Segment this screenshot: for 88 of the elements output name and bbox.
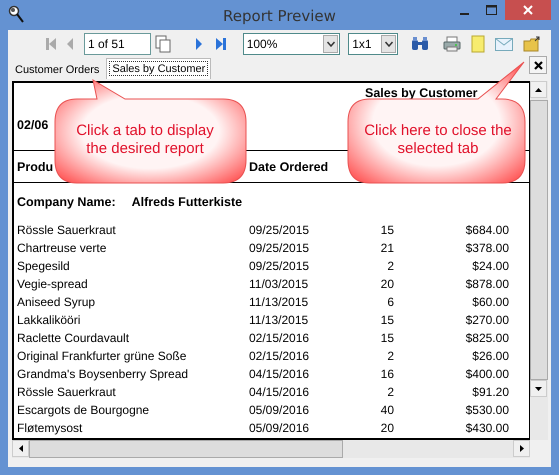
amount-cell-text: $530.00 xyxy=(464,403,509,417)
quantity-cell-text: 2 xyxy=(386,385,394,399)
date-cell-text: 04/15/2016 xyxy=(249,367,310,381)
amount-cell-text: $430.00 xyxy=(464,421,509,435)
last-page-icon[interactable] xyxy=(214,37,227,51)
report-date: 02/06 xyxy=(17,118,48,132)
quantity-cell-text: 2 xyxy=(386,349,394,363)
callout-text: Click a tab to display the desired report xyxy=(75,122,215,158)
product-cell-text: Chartreuse verte xyxy=(16,241,108,255)
amount-cell-text: $378.00 xyxy=(464,241,509,255)
magnifier-icon xyxy=(8,5,24,23)
report-tab[interactable]: Sales by Customer xyxy=(106,58,212,79)
date-cell-text: 04/15/2016 xyxy=(249,385,310,399)
scroll-left-button[interactable] xyxy=(12,440,29,457)
quantity-cell-text: 40 xyxy=(380,403,394,417)
printer-icon[interactable] xyxy=(443,36,461,52)
close-icon xyxy=(534,60,542,70)
amount-cell-text: $26.00 xyxy=(471,349,509,363)
folder-icon[interactable] xyxy=(523,36,541,52)
arrow-up-icon xyxy=(535,88,542,92)
amount-cell-text: $878.00 xyxy=(464,277,509,291)
company-label: Company Name: xyxy=(17,195,116,209)
amount-cell-text: $24.00 xyxy=(471,259,509,273)
amount-cell-text: $91.20 xyxy=(471,385,509,399)
company-name: Alfreds Futterkiste xyxy=(132,195,242,209)
amount-cell-text: $400.00 xyxy=(464,367,509,381)
product-cell-text: Rössle Sauerkraut xyxy=(16,223,117,237)
scroll-thumb[interactable] xyxy=(29,440,343,458)
quantity-cell-text: 15 xyxy=(380,223,394,237)
date-cell-text: 05/09/2016 xyxy=(249,421,310,435)
date-cell-text: 11/13/2015 xyxy=(249,313,310,327)
date-cell-text: 11/13/2015 xyxy=(249,295,310,309)
product-cell-text: Grandma's Boysenberry Spread xyxy=(16,367,190,381)
close-icon xyxy=(523,5,533,15)
scroll-thumb[interactable] xyxy=(530,100,548,380)
report-title: Sales by Customer xyxy=(365,86,478,100)
product-cell-text: Aniseed Syrup xyxy=(16,295,96,309)
amount-cell-text: $60.00 xyxy=(471,295,509,309)
minimize-icon xyxy=(460,12,469,14)
quantity-cell-text: 6 xyxy=(386,295,394,309)
window-title: Report Preview xyxy=(222,6,337,25)
amount-cell-text: $825.00 xyxy=(464,331,509,345)
date-cell-text: 02/15/2016 xyxy=(249,331,310,345)
close-tab-button[interactable] xyxy=(529,56,547,74)
product-cell-text: Spegesild xyxy=(16,259,71,273)
amount-cell-text: $684.00 xyxy=(464,223,509,237)
arrow-left-icon xyxy=(18,445,22,452)
product-cell-text: Fløtemysost xyxy=(16,421,84,435)
product-cell-text: Vegie-spread xyxy=(16,277,89,291)
copy-icon[interactable] xyxy=(154,35,171,53)
scroll-up-button[interactable] xyxy=(530,81,547,98)
date-cell-text: 09/25/2015 xyxy=(249,241,310,255)
chevron-down-icon xyxy=(326,41,335,47)
next-page-icon[interactable] xyxy=(194,37,203,51)
date-cell-text: 05/09/2016 xyxy=(249,403,310,417)
amount-cell-text: $270.00 xyxy=(464,313,509,327)
binoculars-icon[interactable] xyxy=(411,37,429,51)
quantity-cell-text: 16 xyxy=(380,367,394,381)
date-cell-text: 09/25/2015 xyxy=(249,259,310,273)
callout-text: Click here to close the selected tab xyxy=(363,122,513,158)
quantity-cell-text: 15 xyxy=(380,331,394,345)
quantity-cell-text: 21 xyxy=(380,241,394,255)
product-cell-text: Original Frankfurter grüne Soße xyxy=(16,349,188,363)
quantity-cell-text: 20 xyxy=(380,277,394,291)
quantity-cell-text: 15 xyxy=(380,313,394,327)
arrow-down-icon xyxy=(535,386,542,390)
maximize-icon xyxy=(486,5,497,15)
column-header: Produ xyxy=(16,160,54,174)
date-cell-text: 02/15/2016 xyxy=(249,349,310,363)
date-cell-text: 11/03/2015 xyxy=(249,277,310,291)
close-button[interactable] xyxy=(505,0,551,20)
layout-dropdown[interactable]: 1x1 xyxy=(348,33,398,55)
arrow-right-icon xyxy=(520,445,524,452)
product-cell-text: Raclette Courdavault xyxy=(16,331,130,345)
product-cell-text: Escargots de Bourgogne xyxy=(16,403,150,417)
product-cell-text: Lakkalikööri xyxy=(16,313,82,327)
scroll-right-button[interactable] xyxy=(513,440,530,457)
vertical-scrollbar[interactable] xyxy=(530,81,548,440)
date-cell-text: 09/25/2015 xyxy=(249,223,310,237)
column-header: Date Ordered xyxy=(249,160,329,174)
scroll-down-button[interactable] xyxy=(530,380,547,397)
product-cell-text: Rössle Sauerkraut xyxy=(16,385,117,399)
chevron-down-icon xyxy=(384,41,392,47)
quantity-cell-text: 2 xyxy=(386,259,394,273)
page-field[interactable]: 1 of 51 xyxy=(84,33,151,55)
zoom-dropdown[interactable]: 100% xyxy=(242,33,340,55)
horizontal-scrollbar[interactable] xyxy=(12,440,530,458)
quantity-cell-text: 20 xyxy=(380,421,394,435)
